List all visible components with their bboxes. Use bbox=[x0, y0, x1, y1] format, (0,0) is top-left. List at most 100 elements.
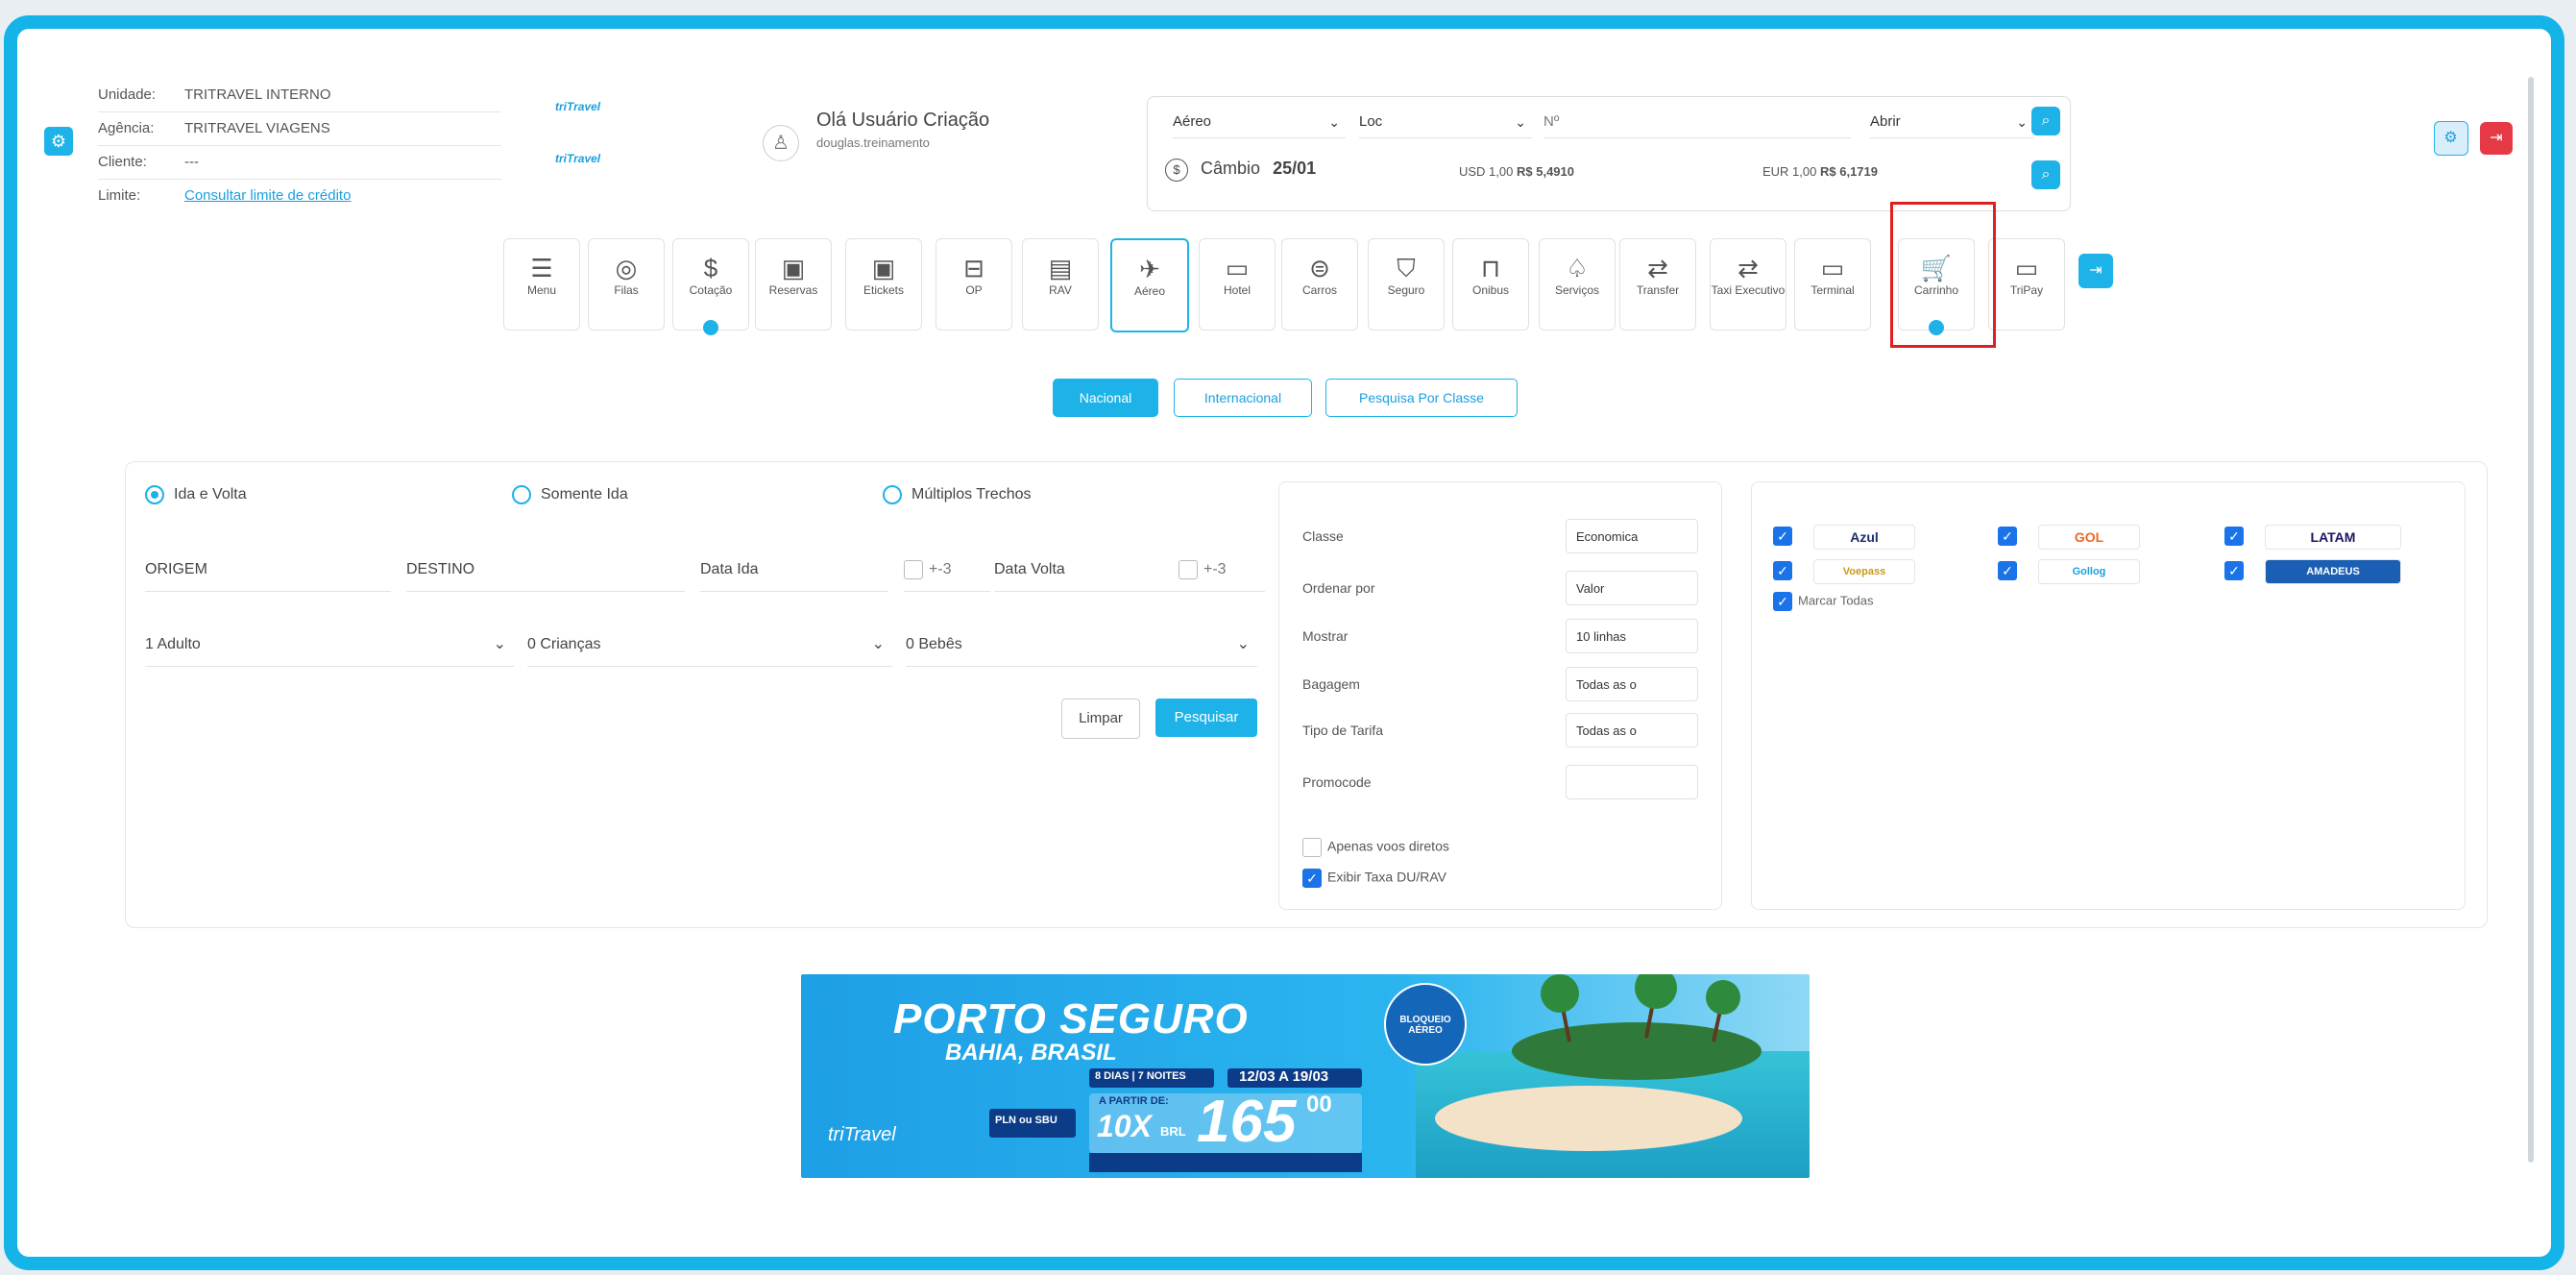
nav-item-label: Cotação bbox=[689, 283, 733, 297]
quick-search-button[interactable]: ⌕ bbox=[2031, 107, 2060, 135]
pesquisar-button[interactable]: Pesquisar bbox=[1155, 699, 1257, 737]
airline-latam-checkbox[interactable]: ✓ bbox=[2224, 527, 2249, 546]
nav-item-label: RAV bbox=[1049, 283, 1072, 297]
nav-item-seguro[interactable]: ⛉ Seguro bbox=[1368, 238, 1445, 331]
cambio-label: Câmbio bbox=[1201, 159, 1261, 178]
nav-item-hotel[interactable]: ▭ Hotel bbox=[1199, 238, 1276, 331]
nav-item-label: Onibus bbox=[1471, 283, 1510, 297]
radio-somente-ida[interactable]: Somente Ida bbox=[512, 485, 628, 504]
nav-item-op[interactable]: ⊟ OP bbox=[936, 238, 1012, 331]
transfer-icon: ⇄ bbox=[1647, 254, 1668, 282]
seguro-icon: ⛉ bbox=[1397, 254, 1416, 282]
marcar-todas-checkbox[interactable]: ✓ Marcar Todas bbox=[1773, 592, 1874, 611]
app-frame: ⚙ Unidade: TRITRAVEL INTERNO Agência: TRIT… bbox=[4, 15, 2564, 1270]
banner-cents: 00 bbox=[1306, 1091, 1332, 1117]
nav-item-aereo[interactable]: ✈ Aéreo bbox=[1110, 238, 1189, 332]
menu-icon: ☰ bbox=[530, 254, 553, 282]
servicos-icon: ♤ bbox=[1566, 254, 1589, 282]
airline-gol-checkbox[interactable]: ✓ bbox=[1998, 527, 2023, 546]
brand-logo: triTravel bbox=[555, 100, 601, 113]
greeting-text: Olá Usuário Criação bbox=[816, 110, 990, 131]
nav-item-label: TriPay bbox=[2009, 283, 2044, 297]
airline-azul-checkbox[interactable]: ✓ bbox=[1773, 527, 1798, 546]
quick-number-input[interactable]: Nº bbox=[1543, 107, 1851, 138]
agencia-value: TRITRAVEL VIAGENS bbox=[184, 120, 330, 136]
nav-item-filas[interactable]: ◎ Filas bbox=[588, 238, 665, 331]
airline-latam-logo: LATAM bbox=[2265, 525, 2401, 550]
quick-search-panel: Aéreo ⌄ Loc ⌄ Nº Abrir ⌄ ⌕ $ Câmbio 25/01 U… bbox=[1147, 96, 2071, 211]
nav-item-rav[interactable]: ▤ RAV bbox=[1022, 238, 1099, 331]
airline-gol-logo: GOL bbox=[2038, 525, 2140, 550]
apenas-diretos-checkbox[interactable]: Apenas voos diretos bbox=[1302, 838, 1449, 857]
airline-voepass-logo: Voepass bbox=[1813, 559, 1915, 584]
filters-panel: Classe Economica Ordenar por Valor Mostr… bbox=[1278, 481, 1722, 910]
chevron-down-icon: ⌄ bbox=[1515, 114, 1526, 130]
bagagem-select[interactable]: Todas as o bbox=[1566, 667, 1698, 701]
tab-nacional[interactable]: Nacional bbox=[1053, 379, 1158, 417]
ordenar-select[interactable]: Valor bbox=[1566, 571, 1698, 605]
radio-multiplos-trechos[interactable]: Múltiplos Trechos bbox=[883, 485, 1032, 504]
adultos-select[interactable]: 1 Adulto ⌄ bbox=[145, 624, 514, 667]
tab-pesquisa-classe[interactable]: Pesquisa Por Classe bbox=[1325, 379, 1518, 417]
quick-loc-select[interactable]: Loc ⌄ bbox=[1359, 107, 1532, 138]
nav-item-transfer[interactable]: ⇄ Transfer bbox=[1619, 238, 1696, 331]
radio-ida-volta[interactable]: Ida e Volta bbox=[145, 485, 247, 504]
destino-input[interactable]: DESTINO bbox=[406, 549, 685, 592]
promocode-label: Promocode bbox=[1302, 774, 1372, 790]
mostrar-label: Mostrar bbox=[1302, 628, 1349, 644]
settings-icon[interactable]: ⚙ bbox=[2433, 121, 2468, 156]
promocode-input[interactable] bbox=[1566, 765, 1698, 799]
onibus-icon: ⊓ bbox=[1480, 254, 1501, 282]
promo-banner[interactable]: PORTO SEGURO BAHIA, BRASIL 8 DIAS | 7 NO… bbox=[801, 974, 1810, 1178]
page-scrollbar[interactable] bbox=[2528, 77, 2534, 1163]
rav-icon: ▤ bbox=[1048, 254, 1073, 282]
nav-item-taxi-executivo[interactable]: ⇄ Taxi Executivo bbox=[1710, 238, 1786, 331]
check-icon: ✓ bbox=[1302, 869, 1322, 888]
flex-ida-checkbox[interactable]: +-3 bbox=[904, 549, 990, 592]
flex-volta-checkbox[interactable]: +-3 bbox=[1179, 549, 1265, 592]
aereo-icon: ✈ bbox=[1139, 255, 1160, 283]
banner-seal: BLOQUEIO AÉREO bbox=[1399, 1015, 1451, 1036]
criancas-select[interactable]: 0 Crianças ⌄ bbox=[527, 624, 892, 667]
nav-item-tripay[interactable]: ▭ TriPay bbox=[1988, 238, 2065, 331]
banner-from-label: A PARTIR DE: bbox=[1099, 1095, 1169, 1107]
nav-item-menu[interactable]: ☰ Menu bbox=[503, 238, 580, 331]
nav-item-carros[interactable]: ⊜ Carros bbox=[1281, 238, 1358, 331]
airline-azul-logo: Azul bbox=[1813, 525, 1915, 550]
nav-item-label: Menu bbox=[526, 283, 557, 297]
nav-item-onibus[interactable]: ⊓ Onibus bbox=[1452, 238, 1529, 331]
tab-internacional[interactable]: Internacional bbox=[1174, 379, 1312, 417]
unidade-value: TRITRAVEL INTERNO bbox=[184, 86, 331, 103]
nav-item-reservas[interactable]: ▣ Reservas bbox=[755, 238, 832, 331]
taxi-executivo-icon: ⇄ bbox=[1738, 254, 1759, 282]
quick-type-select[interactable]: Aéreo ⌄ bbox=[1173, 107, 1346, 138]
classe-label: Classe bbox=[1302, 528, 1344, 544]
tarifa-select[interactable]: Todas as o bbox=[1566, 713, 1698, 748]
nav-expand-icon[interactable]: ⇥ bbox=[2078, 254, 2113, 288]
airline-voepass-checkbox[interactable]: ✓ bbox=[1773, 561, 1798, 580]
banner-price: 165 bbox=[1197, 1089, 1297, 1155]
sidebar-toggle-icon[interactable]: ⚙ bbox=[44, 127, 73, 156]
data-volta-input[interactable]: Data Volta bbox=[994, 549, 1182, 592]
nav-item-cotacao[interactable]: $ Cotação bbox=[672, 238, 749, 335]
logout-icon[interactable]: ⇥ bbox=[2480, 122, 2513, 155]
origem-input[interactable]: ORIGEM bbox=[145, 549, 391, 592]
exibir-taxa-checkbox[interactable]: ✓ Exibir Taxa DU/RAV bbox=[1302, 869, 1446, 888]
airline-gollog-checkbox[interactable]: ✓ bbox=[1998, 561, 2023, 580]
cliente-value: --- bbox=[184, 154, 199, 170]
quick-action-select[interactable]: Abrir ⌄ bbox=[1870, 107, 2033, 138]
mostrar-select[interactable]: 10 linhas bbox=[1566, 619, 1698, 653]
limpar-button[interactable]: Limpar bbox=[1061, 699, 1140, 739]
banner-dates: 12/03 A 19/03 bbox=[1239, 1068, 1329, 1085]
airline-amadeus-checkbox[interactable]: ✓ bbox=[2224, 561, 2249, 580]
data-ida-input[interactable]: Data Ida bbox=[700, 549, 888, 592]
eur-rate: EUR 1,00 R$ 6,1719 bbox=[1762, 164, 1878, 179]
etickets-icon: ▣ bbox=[871, 254, 896, 282]
credit-limit-link[interactable]: Consultar limite de crédito bbox=[184, 187, 351, 204]
nav-item-terminal[interactable]: ▭ Terminal bbox=[1794, 238, 1871, 331]
cambio-refresh-button[interactable]: ⌕ bbox=[2031, 160, 2060, 189]
nav-item-etickets[interactable]: ▣ Etickets bbox=[845, 238, 922, 331]
classe-select[interactable]: Economica bbox=[1566, 519, 1698, 553]
nav-item-servicos[interactable]: ♤ Serviços bbox=[1539, 238, 1616, 331]
bebes-select[interactable]: 0 Bebês ⌄ bbox=[906, 624, 1257, 667]
